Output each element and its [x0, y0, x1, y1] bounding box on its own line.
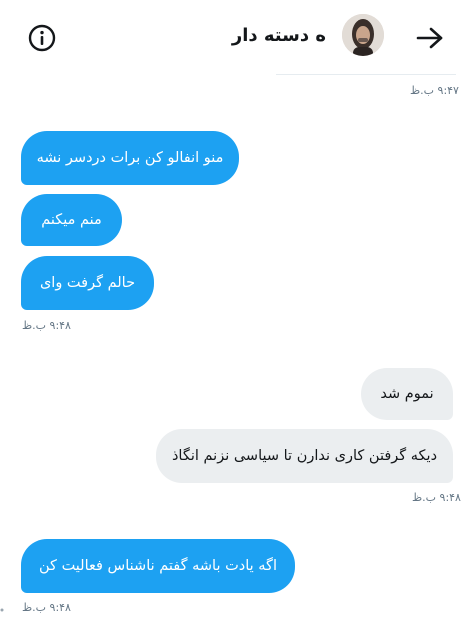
conversation-title[interactable]: ه دسته دار: [232, 25, 326, 46]
avatar[interactable]: [342, 14, 384, 56]
incoming-message[interactable]: حالم گرفت وای: [21, 256, 154, 310]
header-divider: [276, 74, 456, 75]
message-timestamp: ۹:۴۸ ب.ظ: [22, 319, 71, 332]
message-timestamp: ۹:۴۸ ب.ظ: [412, 491, 461, 504]
arrow-right-icon: [416, 27, 443, 49]
message-timestamp: ۹:۴۷ ب.ظ: [410, 84, 459, 97]
outgoing-message[interactable]: نموم شد: [361, 368, 453, 420]
incoming-message[interactable]: منم میکنم: [21, 194, 122, 246]
back-button[interactable]: [412, 22, 448, 54]
scroll-edge-indicator: [0, 598, 6, 612]
incoming-message[interactable]: اگه یادت باشه گفتم ناشناس فعالیت کن: [21, 539, 295, 593]
info-button[interactable]: [28, 24, 56, 52]
message-timestamp: ۹:۴۸ ب.ظ: [22, 601, 71, 614]
outgoing-message[interactable]: دیکه گرفتن کاری ندارن تا سیاسی نزنم انگا…: [156, 429, 453, 483]
conversation-header: ه دسته دار: [0, 0, 474, 76]
info-icon: [28, 24, 56, 52]
incoming-message[interactable]: منو انفالو کن برات دردسر نشه: [21, 131, 239, 185]
avatar-image: [342, 14, 384, 56]
